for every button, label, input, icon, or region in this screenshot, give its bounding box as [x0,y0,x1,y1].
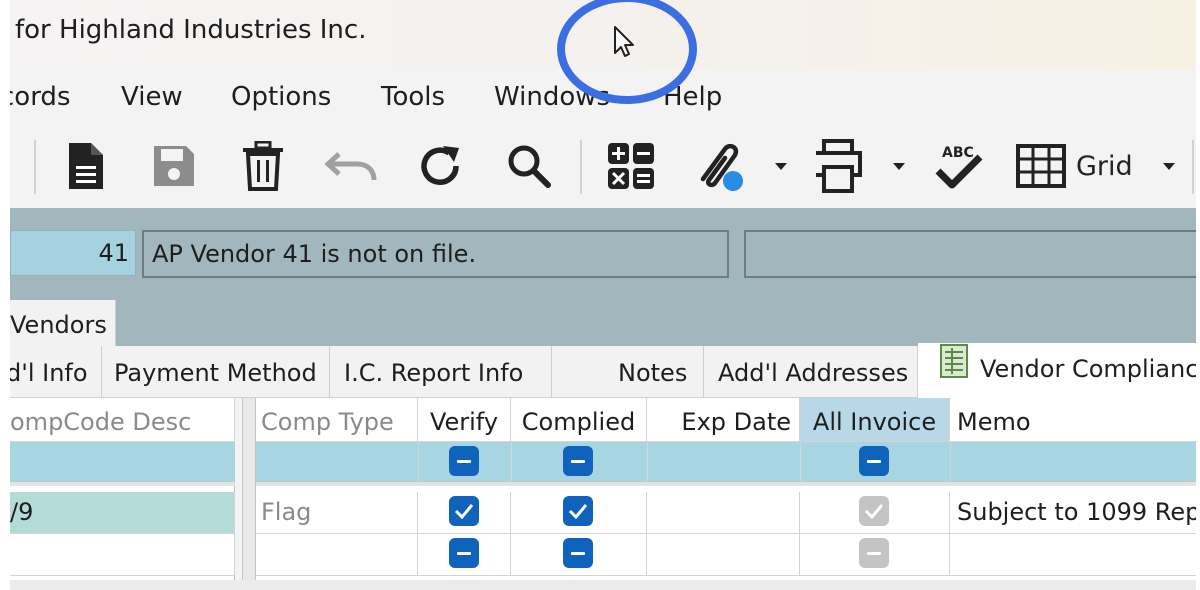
spreadsheet-icon [940,344,968,396]
row-separator [10,482,235,486]
left-row-1[interactable]: /9 [10,492,235,534]
filter-complied-checkbox[interactable] [563,446,593,476]
grid-label: Grid [1076,150,1133,182]
menu-options[interactable]: Options [231,82,331,112]
attachment-icon[interactable] [694,136,750,196]
spell-check-icon[interactable]: ABC [930,136,988,196]
vendor-status-message: AP Vendor 41 is not on file. [142,230,729,278]
column-header-complied[interactable]: Complied [511,398,647,442]
cell-comp-type[interactable] [256,534,418,576]
verify-checkbox-indeterminate[interactable] [449,538,479,568]
column-divider [950,442,951,482]
column-header-exp-date[interactable]: Exp Date [647,398,800,442]
tab-addl-info[interactable]: d'l Info [10,346,102,398]
column-header-all-invoice[interactable]: All Invoice [800,398,950,442]
column-header-comp-type[interactable]: Comp Type [256,398,418,442]
grid-icon [1016,144,1066,188]
tab-payment-method[interactable]: Payment Method [102,346,330,398]
complied-checkbox-checked[interactable] [563,496,593,526]
all-invoice-checkbox-indeterminate-disabled [859,538,889,568]
attachment-dropdown-icon[interactable] [772,136,790,196]
calculator-icon[interactable] [604,136,658,196]
svg-text:ABC: ABC [942,145,974,161]
refresh-icon[interactable] [414,136,466,196]
column-divider [511,442,512,482]
menu-view[interactable]: View [121,82,183,112]
grid-button[interactable]: Grid [1016,136,1156,196]
complied-checkbox-indeterminate[interactable] [563,538,593,568]
vendor-number-field[interactable]: 41 [10,230,136,276]
window-title: for Highland Industries Inc. [15,15,367,45]
new-document-icon[interactable] [62,136,110,196]
cell-exp-date[interactable] [647,534,800,576]
search-icon[interactable] [504,136,554,196]
vendor-name-field[interactable] [744,230,1196,278]
all-invoice-checkbox-disabled [859,496,889,526]
filter-verify-checkbox[interactable] [449,446,479,476]
tab-addl-addresses[interactable]: Add'l Addresses [704,346,918,398]
column-divider [647,442,648,482]
delete-icon[interactable] [238,136,288,196]
cell-memo[interactable]: Subject to 1099 Rep [950,492,1196,534]
column-divider [800,442,801,482]
toolbar-separator [34,140,36,194]
left-row-2[interactable] [10,534,235,576]
menu-records[interactable]: cords [10,82,70,112]
app-window: for Highland Industries Inc. cords View … [10,0,1196,590]
left-filter-row[interactable] [10,442,235,482]
column-header-memo[interactable]: Memo [950,398,1196,442]
cell-comp-type[interactable]: Flag [256,492,418,534]
mouse-pointer-icon [613,25,637,63]
verify-checkbox-checked[interactable] [449,496,479,526]
save-icon[interactable] [148,136,200,196]
grid-splitter[interactable] [242,398,256,590]
filter-all-invoice-checkbox[interactable] [859,446,889,476]
column-header-verify[interactable]: Verify [418,398,511,442]
column-divider [418,442,419,482]
toolbar-separator [1192,140,1194,194]
column-header-compcode-desc[interactable]: ompCode Desc [10,398,235,442]
toolbar-separator [580,140,582,194]
grid-dropdown-icon[interactable] [1160,136,1178,196]
tab-vendors[interactable]: Vendors [10,300,116,346]
tab-vendor-compliance[interactable]: Vendor Complianc [918,343,1196,399]
tab-notes[interactable]: Notes [552,346,704,398]
print-icon[interactable] [810,136,866,196]
undo-icon[interactable] [323,136,379,196]
right-filter-row[interactable] [256,442,1196,482]
cell-memo[interactable] [950,534,1196,576]
cell-exp-date[interactable] [647,492,800,534]
row-separator [256,482,1196,486]
tab-vendor-compliance-label: Vendor Complianc [980,355,1196,383]
print-dropdown-icon[interactable] [890,136,908,196]
tab-strip [10,300,1196,346]
menu-tools[interactable]: Tools [381,82,445,112]
grid-bottom-edge [10,580,1196,590]
tab-ic-report-info[interactable]: I.C. Report Info [330,346,552,398]
